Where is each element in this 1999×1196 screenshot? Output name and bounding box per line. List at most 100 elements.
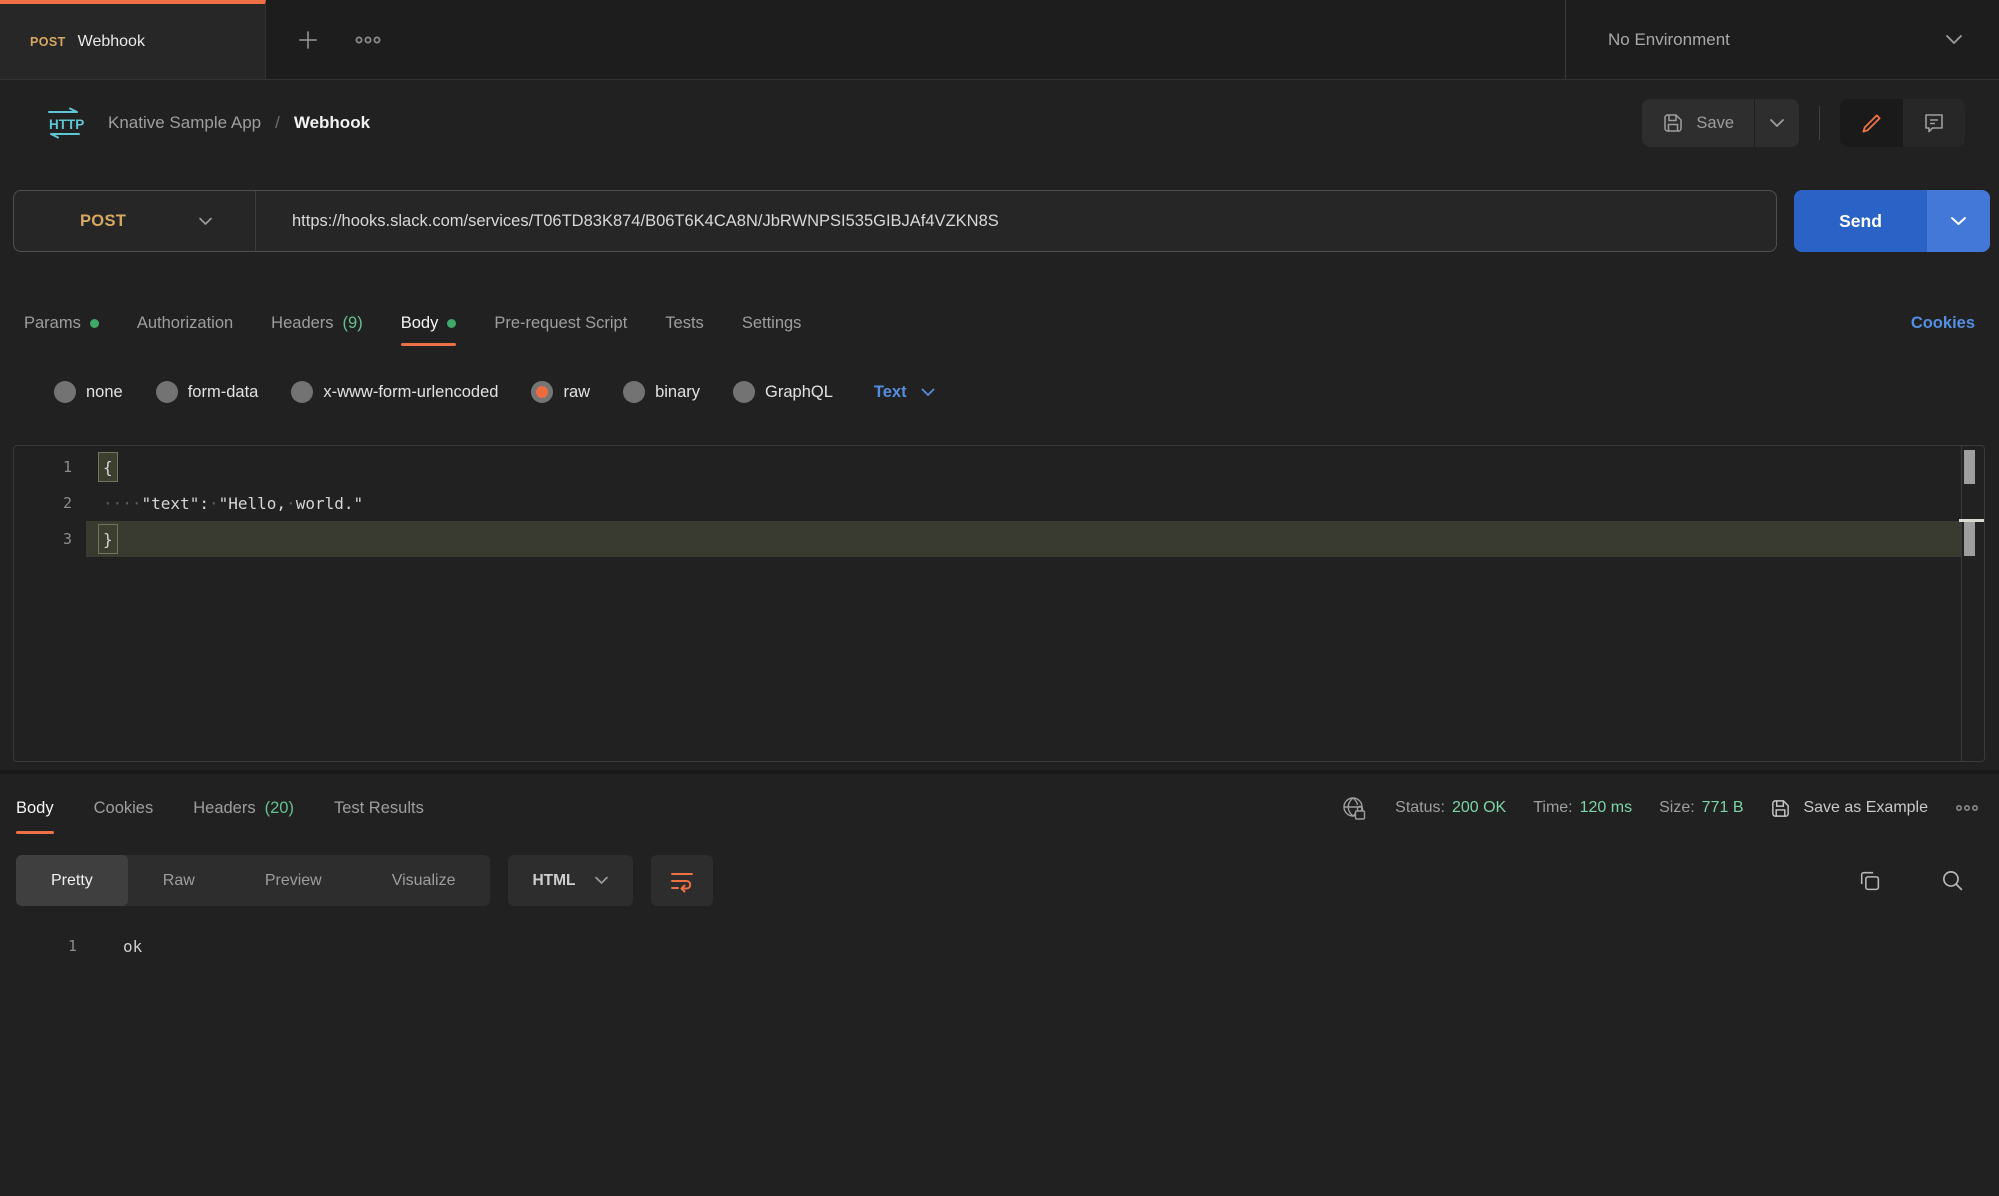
editor-scrollbar-track (1961, 446, 1962, 761)
tab-body[interactable]: Body (401, 296, 457, 350)
response-tab-test-results[interactable]: Test Results (334, 782, 424, 834)
view-raw[interactable]: Raw (128, 855, 230, 906)
network-icon[interactable] (1341, 795, 1368, 822)
response-tools (1857, 868, 1979, 893)
json-value: "Hello, (219, 494, 286, 513)
send-button-label: Send (1839, 211, 1882, 232)
body-active-dot (447, 319, 456, 328)
size-pair[interactable]: Size: 771 B (1659, 799, 1743, 817)
status-pair[interactable]: Status: 200 OK (1395, 799, 1506, 817)
request-tab-bar: POST Webhook No Environment (0, 0, 1999, 80)
radio-selected-icon (531, 381, 553, 403)
mode-urlencoded[interactable]: x-www-form-urlencoded (291, 381, 498, 403)
tab-title: Webhook (78, 33, 145, 51)
tab-pre-request-script[interactable]: Pre-request Script (494, 296, 627, 350)
mode-none[interactable]: none (54, 381, 123, 403)
status-value: 200 OK (1452, 799, 1506, 817)
tab-pre-request-label: Pre-request Script (494, 314, 627, 333)
method-dropdown[interactable]: POST (14, 191, 256, 251)
request-tabs: Params Authorization Headers (9) Body Pr… (24, 296, 1975, 350)
pencil-icon (1860, 112, 1883, 135)
editor-scrollbar-mark[interactable] (1964, 522, 1975, 556)
mode-raw[interactable]: raw (531, 381, 590, 403)
view-preview[interactable]: Preview (230, 855, 357, 906)
time-pair[interactable]: Time: 120 ms (1533, 799, 1632, 817)
open-request-tab[interactable]: POST Webhook (0, 0, 266, 79)
add-tab-button[interactable] (290, 22, 326, 58)
response-options-button[interactable] (1955, 804, 1979, 812)
cookies-link[interactable]: Cookies (1911, 314, 1975, 333)
raw-language-label: Text (874, 383, 907, 402)
comment-button[interactable] (1903, 99, 1965, 147)
size-label: Size: (1659, 799, 1695, 817)
tab-tests[interactable]: Tests (665, 296, 704, 350)
url-input[interactable] (256, 191, 1776, 251)
request-body-editor[interactable]: 1 { 2 ····"text":·"Hello,·world." 3 } (13, 445, 1985, 762)
wrap-lines-icon (669, 869, 695, 893)
breadcrumb-collection[interactable]: Knative Sample App (108, 113, 261, 133)
save-options-button[interactable] (1755, 99, 1799, 147)
save-as-example-label: Save as Example (1803, 799, 1928, 817)
response-tab-cookies[interactable]: Cookies (94, 782, 154, 834)
mode-graphql[interactable]: GraphQL (733, 381, 833, 403)
environment-selector[interactable]: No Environment (1565, 0, 1999, 79)
search-icon[interactable] (1940, 868, 1965, 893)
view-visualize[interactable]: Visualize (357, 855, 491, 906)
raw-language-dropdown[interactable]: Text (874, 383, 935, 402)
editor-scrollbar-mark[interactable] (1964, 450, 1975, 484)
chevron-down-icon (198, 217, 213, 226)
response-body[interactable]: 1 ok (0, 928, 1999, 964)
body-mode-row: none form-data x-www-form-urlencoded raw… (54, 366, 1975, 418)
breadcrumb-separator: / (275, 113, 280, 133)
svg-text:HTTP: HTTP (49, 117, 84, 132)
edit-request-button[interactable] (1840, 99, 1903, 147)
response-tabs-row: Body Cookies Headers (20) Test Results S… (16, 782, 1979, 834)
request-header-row: HTTP Knative Sample App / Webhook Save (0, 80, 1999, 166)
tab-authorization[interactable]: Authorization (137, 296, 233, 350)
request-url-row: POST Send (13, 190, 1990, 252)
copy-icon[interactable] (1857, 868, 1882, 893)
mode-binary-label: binary (655, 383, 700, 402)
radio-icon (54, 381, 76, 403)
response-tab-body-label: Body (16, 799, 54, 818)
mode-form-data-label: form-data (188, 383, 259, 402)
radio-icon (156, 381, 178, 403)
mode-binary[interactable]: binary (623, 381, 700, 403)
wrap-lines-button[interactable] (651, 855, 713, 906)
mode-form-data[interactable]: form-data (156, 381, 259, 403)
response-line-number: 1 (0, 937, 77, 955)
time-label: Time: (1533, 799, 1572, 817)
line-number: 1 (14, 458, 86, 476)
postman-window: POST Webhook No Environment HTTP (0, 0, 1999, 1196)
response-view-switch: Pretty Raw Preview Visualize (16, 855, 490, 906)
status-label: Status: (1395, 799, 1445, 817)
send-button[interactable]: Send (1794, 190, 1927, 252)
request-response-divider[interactable] (0, 770, 1999, 774)
view-pretty[interactable]: Pretty (16, 855, 128, 906)
save-button[interactable]: Save (1642, 99, 1754, 147)
breadcrumb-request-name[interactable]: Webhook (294, 113, 370, 133)
tab-body-label: Body (401, 314, 439, 333)
tab-params[interactable]: Params (24, 296, 99, 350)
send-options-button[interactable] (1927, 190, 1990, 252)
response-toolbar: Pretty Raw Preview Visualize HTML (16, 855, 1979, 906)
chevron-down-icon (1945, 34, 1963, 45)
tab-headers-label: Headers (271, 314, 333, 333)
tab-options-button[interactable] (350, 22, 386, 58)
response-tab-body[interactable]: Body (16, 782, 54, 834)
headers-count: (9) (343, 314, 363, 333)
tab-headers[interactable]: Headers (9) (271, 296, 363, 350)
response-tab-headers[interactable]: Headers (20) (193, 782, 294, 834)
chevron-down-icon (921, 388, 935, 397)
save-icon (1770, 798, 1791, 819)
save-split-button: Save (1642, 99, 1799, 147)
chevron-down-icon (1950, 216, 1967, 226)
save-as-example-button[interactable]: Save as Example (1770, 798, 1928, 819)
response-tab-test-results-label: Test Results (334, 799, 424, 818)
environment-label: No Environment (1608, 30, 1945, 50)
response-format-dropdown[interactable]: HTML (508, 855, 632, 906)
response-headers-count: (20) (265, 799, 294, 818)
close-brace: } (98, 524, 118, 554)
tab-settings[interactable]: Settings (742, 296, 802, 350)
tab-settings-label: Settings (742, 314, 802, 333)
